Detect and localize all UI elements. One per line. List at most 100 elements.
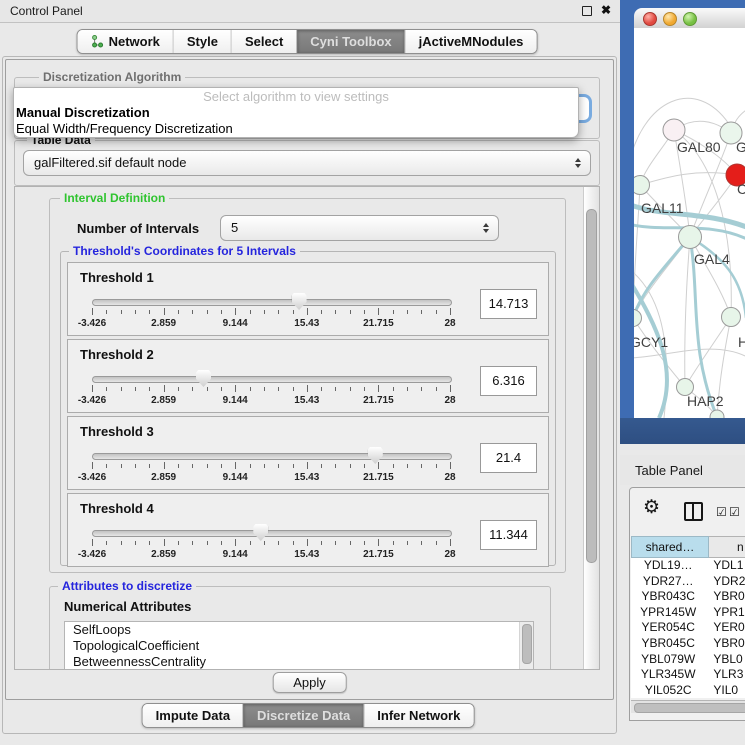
interval-definition-group: Interval Definition Number of Intervals … <box>49 198 566 573</box>
tab-style[interactable]: Style <box>173 30 231 53</box>
dropdown-option-manual-discretization[interactable]: Manual Discretization <box>14 105 578 121</box>
slider-track[interactable] <box>92 376 452 383</box>
float-window-icon[interactable] <box>582 6 592 16</box>
table-row[interactable]: YDL19…YDL1 <box>631 558 745 574</box>
slider-track[interactable] <box>92 530 452 537</box>
number-of-intervals-spinner[interactable]: 5 <box>220 215 499 241</box>
list-scrollbar[interactable] <box>519 622 533 670</box>
checkbox-icon[interactable]: ☑ <box>716 505 726 519</box>
cell-shared-name: YDL19… <box>631 558 705 574</box>
numerical-attributes-list[interactable]: SelfLoopsTopologicalCoefficientBetweenne… <box>64 621 534 670</box>
network-node[interactable] <box>663 119 685 141</box>
slider-track[interactable] <box>92 299 452 306</box>
minimize-traffic-light-icon[interactable] <box>663 12 677 26</box>
close-icon[interactable]: ✖ <box>601 3 611 17</box>
scale-label: 2.859 <box>151 318 176 329</box>
cell-name: YPR1 <box>705 605 745 621</box>
vertical-scrollbar[interactable] <box>583 187 599 669</box>
cell-shared-name: YER054C <box>631 620 705 636</box>
threshold-label: Threshold 1 <box>80 270 154 285</box>
gear-icon[interactable]: ⚙ <box>643 496 660 519</box>
network-view-canvas[interactable]: GAL80GACGAL11GAL4GCY1HHAP2 <box>634 28 745 418</box>
tab-select[interactable]: Select <box>231 30 296 53</box>
network-node[interactable] <box>634 310 642 327</box>
scale-label: 21.715 <box>363 395 394 406</box>
table-data-combobox[interactable]: galFiltered.sif default node <box>23 150 591 176</box>
table-data-value: galFiltered.sif default node <box>34 155 186 170</box>
scale-label: 9.144 <box>223 318 248 329</box>
tab-infer-network[interactable]: Infer Network <box>363 704 473 727</box>
network-node[interactable] <box>679 226 702 249</box>
tab-discretize-data[interactable]: Discretize Data <box>243 704 363 727</box>
threshold-value-field[interactable]: 21.4 <box>480 443 537 473</box>
attributes-group: Attributes to discretize Numerical Attri… <box>49 586 551 670</box>
tab-network[interactable]: Network <box>78 30 173 53</box>
scale-label: -3.426 <box>78 549 106 560</box>
tab-impute-data[interactable]: Impute Data <box>143 704 243 727</box>
control-panel: Control Panel ✖ Network StyleSelectCyni T… <box>0 0 620 745</box>
threshold-slider[interactable]: -3.4262.8599.14415.4321.71528 <box>92 293 450 333</box>
threshold-label: Threshold 4 <box>80 501 154 516</box>
dropdown-option-equal-width-frequency[interactable]: Equal Width/Frequency Discretization <box>14 121 578 137</box>
scrollbar-thumb[interactable] <box>634 703 745 713</box>
slider-scale: -3.4262.8599.14415.4321.71528 <box>92 549 450 561</box>
column-header-name[interactable]: n <box>709 536 745 558</box>
column-layout-icon[interactable] <box>684 502 703 521</box>
number-of-intervals-value: 5 <box>231 220 238 235</box>
threshold-slider[interactable]: -3.4262.8599.14415.4321.71528 <box>92 370 450 410</box>
cell-shared-name: YBR045C <box>631 636 705 652</box>
cell-shared-name: YLR345W <box>631 667 705 683</box>
table-row[interactable]: YBR043CYBR0 <box>631 589 745 605</box>
attribute-list-item[interactable]: BetweennessCentrality <box>65 654 533 670</box>
table-panel-header: Table Panel <box>620 455 745 485</box>
network-frame-bottom <box>620 418 745 444</box>
table-row[interactable]: YBL079WYBL0 <box>631 652 745 668</box>
threshold-value-field[interactable]: 11.344 <box>480 520 537 550</box>
threshold-rows: Threshold 1 -3.4262.8599.14415.4321.7152… <box>67 262 549 567</box>
table-row[interactable]: YIL052CYIL0 <box>631 683 745 699</box>
group-label: Attributes to discretize <box>58 579 196 593</box>
table-row[interactable]: YPR145WYPR1 <box>631 605 745 621</box>
scale-label: 28 <box>444 549 455 560</box>
combo-arrows-icon <box>575 158 581 168</box>
tab-cyni-toolbox[interactable]: Cyni Toolbox <box>296 30 404 53</box>
threshold-slider[interactable]: -3.4262.8599.14415.4321.71528 <box>92 524 450 564</box>
panel-title: Control Panel <box>10 4 83 18</box>
cell-name: YER0 <box>705 620 745 636</box>
cell-name: YLR3 <box>705 667 745 683</box>
network-node[interactable] <box>634 176 650 195</box>
tab-label: Network <box>109 34 160 49</box>
network-node-label: HAP2 <box>687 393 724 409</box>
table-rows: YDL19…YDL1YDR27…YDR2YBR043CYBR0YPR145WYP… <box>631 558 745 698</box>
threshold-value-field[interactable]: 14.713 <box>480 289 537 319</box>
cell-name: YBR0 <box>705 636 745 652</box>
attribute-list-item[interactable]: SelfLoops <box>65 622 533 638</box>
threshold-value-field[interactable]: 6.316 <box>480 366 537 396</box>
table-row[interactable]: YDR27…YDR2 <box>631 574 745 590</box>
horizontal-scrollbar[interactable] <box>631 700 745 713</box>
table-column-headers: shared… n <box>631 536 745 558</box>
threshold-row: Threshold 1 -3.4262.8599.14415.4321.7152… <box>67 262 549 336</box>
threshold-row: Threshold 4 -3.4262.8599.14415.4321.7152… <box>67 493 549 567</box>
tab-jactivemnodules[interactable]: jActiveMNodules <box>405 30 537 53</box>
apply-button[interactable]: Apply <box>272 672 347 693</box>
cell-name: YBR0 <box>705 589 745 605</box>
network-node[interactable] <box>722 308 741 327</box>
checkbox-icon[interactable]: ☑ <box>729 505 739 519</box>
network-window-frame: GAL80GACGAL11GAL4GCY1HHAP2 <box>620 0 745 444</box>
slider-ticks <box>92 308 450 317</box>
number-of-intervals-label: Number of Intervals <box>77 221 199 236</box>
slider-scale: -3.4262.8599.14415.4321.71528 <box>92 395 450 407</box>
table-row[interactable]: YBR045CYBR0 <box>631 636 745 652</box>
table-row[interactable]: YLR345WYLR3 <box>631 667 745 683</box>
column-header-shared[interactable]: shared… <box>631 536 709 558</box>
table-row[interactable]: YER054CYER0 <box>631 620 745 636</box>
zoom-traffic-light-icon[interactable] <box>683 12 697 26</box>
slider-track[interactable] <box>92 453 452 460</box>
close-traffic-light-icon[interactable] <box>643 12 657 26</box>
screen: Control Panel ✖ Network StyleSelectCyni T… <box>0 0 745 745</box>
scrollbar-thumb[interactable] <box>586 209 597 563</box>
threshold-slider[interactable]: -3.4262.8599.14415.4321.71528 <box>92 447 450 487</box>
attribute-list-item[interactable]: TopologicalCoefficient <box>65 638 533 654</box>
group-label: Discretization Algorithm <box>39 70 185 84</box>
